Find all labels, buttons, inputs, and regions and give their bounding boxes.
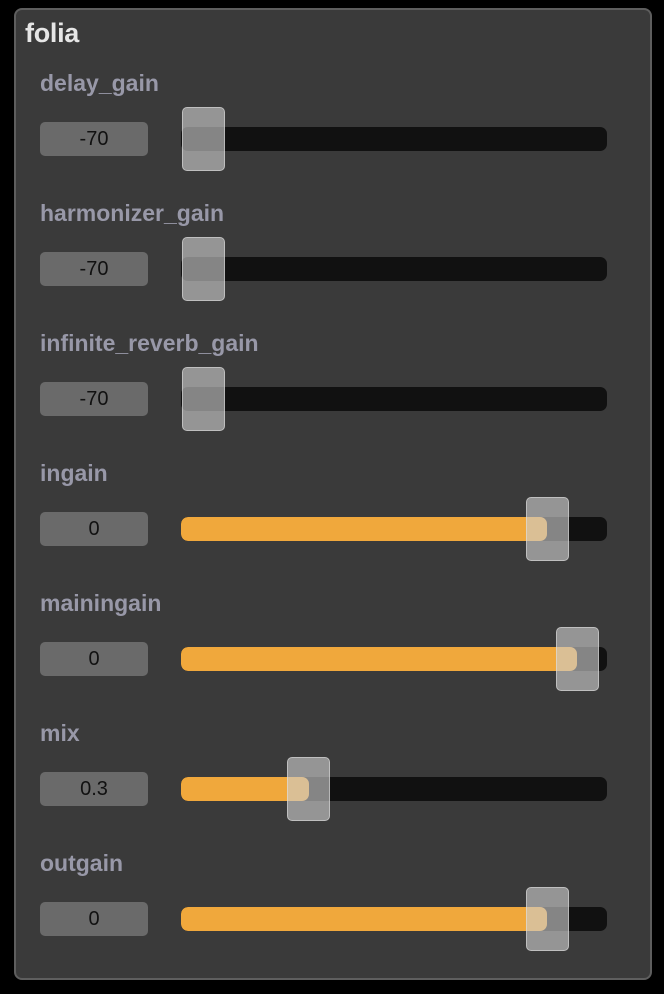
- value-field[interactable]: -70: [40, 122, 148, 156]
- slider-label: ingain: [40, 460, 108, 486]
- slider-row-harmonizer-gain: harmonizer_gain -70: [16, 200, 650, 320]
- slider-track[interactable]: [181, 257, 607, 281]
- slider-row-ingain: ingain 0: [16, 460, 650, 580]
- slider-label: harmonizer_gain: [40, 200, 225, 226]
- slider-thumb[interactable]: [555, 627, 599, 691]
- panel-title: folia: [25, 18, 80, 48]
- value-field[interactable]: -70: [40, 382, 148, 416]
- slider-fill: [181, 907, 548, 931]
- slider-track[interactable]: [181, 127, 607, 151]
- value-field[interactable]: 0: [40, 512, 148, 546]
- slider-thumb[interactable]: [181, 107, 225, 171]
- slider-row-delay-gain: delay_gain -70: [16, 70, 650, 190]
- slider-label: delay_gain: [40, 70, 159, 96]
- slider-fill: [181, 647, 578, 671]
- slider-label: infinite_reverb_gain: [40, 330, 259, 356]
- value-field[interactable]: -70: [40, 252, 148, 286]
- slider-label: outgain: [40, 850, 124, 876]
- slider-thumb[interactable]: [181, 237, 225, 301]
- slider-track[interactable]: [181, 387, 607, 411]
- slider-track[interactable]: [181, 777, 607, 801]
- slider-thumb[interactable]: [181, 367, 225, 431]
- slider-row-mainingain: mainingain 0: [16, 590, 650, 710]
- slider-row-mix: mix 0.3: [16, 720, 650, 840]
- value-field[interactable]: 0: [40, 642, 148, 676]
- value-field[interactable]: 0: [40, 902, 148, 936]
- value-field[interactable]: 0.3: [40, 772, 148, 806]
- slider-thumb[interactable]: [287, 757, 331, 821]
- slider-thumb[interactable]: [525, 887, 569, 951]
- plugin-panel: folia delay_gain -70 harmonizer_gain -70…: [14, 8, 652, 980]
- slider-label: mix: [40, 720, 80, 746]
- slider-row-outgain: outgain 0: [16, 850, 650, 970]
- slider-label: mainingain: [40, 590, 162, 616]
- slider-fill: [181, 517, 548, 541]
- slider-row-infinite-reverb-gain: infinite_reverb_gain -70: [16, 330, 650, 450]
- slider-thumb[interactable]: [525, 497, 569, 561]
- slider-track[interactable]: [181, 647, 607, 671]
